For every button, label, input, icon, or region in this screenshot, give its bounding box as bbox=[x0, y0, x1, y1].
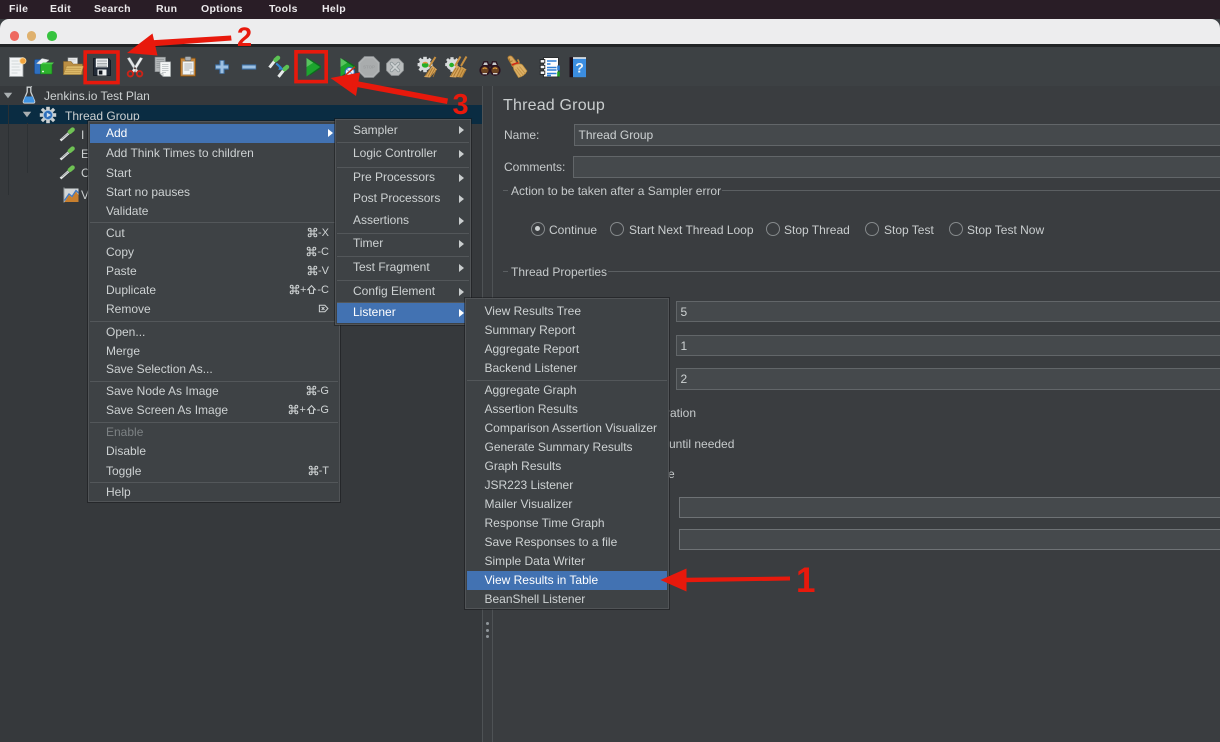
svg-text:STOP: STOP bbox=[363, 65, 375, 70]
svg-text:?: ? bbox=[575, 60, 584, 76]
